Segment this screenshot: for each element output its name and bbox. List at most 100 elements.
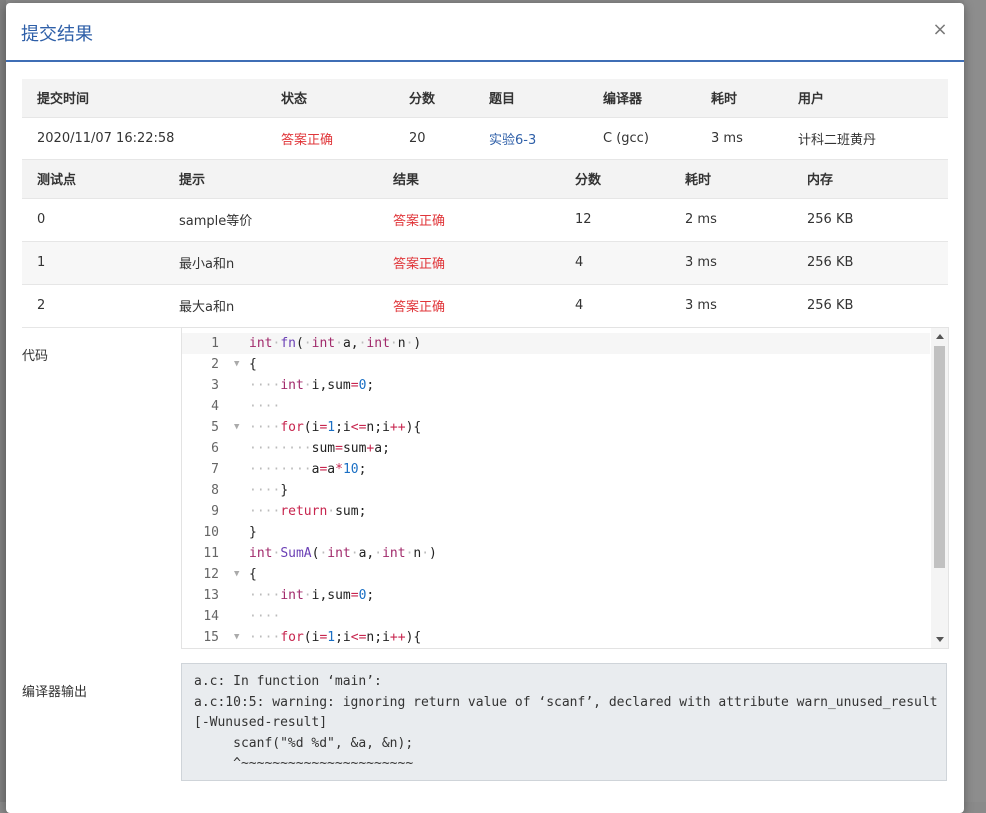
fold-toggle-icon[interactable]: ▼: [234, 627, 239, 648]
code-line: 13 ····int·i,sum=0;: [182, 585, 930, 606]
header-status: 状态: [266, 79, 394, 117]
status-badge: 答案正确: [266, 117, 394, 159]
line-number: 7: [211, 462, 219, 477]
testcase-points: 12: [560, 198, 670, 241]
testcase-memory: 256 KB: [792, 284, 948, 327]
code-text: ····}: [249, 483, 289, 498]
code-line: 8 ····}: [182, 480, 930, 501]
testcase-points: 4: [560, 284, 670, 327]
testcase-hint: sample等价: [164, 198, 378, 241]
code-line: 1 int·fn(·int·a,·int·n·): [182, 333, 930, 354]
fold-toggle-icon[interactable]: ▼: [234, 354, 239, 375]
testcase-header-row: 测试点 提示 结果 分数 耗时 内存: [22, 160, 948, 198]
testcase-elapsed: 3 ms: [670, 241, 792, 284]
close-button[interactable]: ×: [930, 19, 950, 41]
testcase-result: 答案正确: [378, 284, 560, 327]
modal-title: 提交结果: [21, 24, 93, 45]
code-line: 3 ····int·i,sum=0;: [182, 375, 930, 396]
testcase-id: 2: [22, 284, 164, 327]
line-number: 15: [203, 630, 219, 645]
code-line: 9 ····return·sum;: [182, 501, 930, 522]
header-user: 用户: [783, 79, 948, 117]
testcase-elapsed: 2 ms: [670, 198, 792, 241]
header-hint: 提示: [164, 160, 378, 198]
submission-result-modal: 提交结果 × 提交时间 状态 分数 题目 编译器 耗时 用户 2020/11/0…: [6, 3, 964, 813]
compiler-output-label: 编译器输出: [22, 685, 88, 700]
code-line: 2 ▼ {: [182, 354, 930, 375]
header-elapsed: 耗时: [670, 160, 792, 198]
code-editor[interactable]: 1 int·fn(·int·a,·int·n·) 2 ▼ { 3 ····int·i,s…: [181, 327, 949, 649]
code-label: 代码: [22, 349, 49, 364]
code-text: }: [249, 525, 257, 540]
header-memory: 内存: [792, 160, 948, 198]
testcase-hint: 最大a和n: [164, 284, 378, 327]
problem-link[interactable]: 实验6-3: [474, 117, 588, 159]
line-number: 12: [203, 567, 219, 582]
line-number: 5: [211, 420, 219, 435]
testcase-id: 1: [22, 241, 164, 284]
testcase-table: 测试点 提示 结果 分数 耗时 内存 0 sample等价 答案正确 12 2 …: [22, 160, 948, 328]
line-number: 2: [211, 357, 219, 372]
line-number: 4: [211, 399, 219, 414]
code-line: 5 ▼ ····for(i=1;i<=n;i++){: [182, 417, 930, 438]
time-value: 3 ms: [696, 117, 783, 159]
testcase-id: 0: [22, 198, 164, 241]
fold-toggle-icon[interactable]: ▼: [234, 417, 239, 438]
line-number: 3: [211, 378, 219, 393]
code-text: int·SumA(·int·a,·int·n·): [249, 546, 437, 561]
code-text: ····return·sum;: [249, 504, 367, 519]
code-text: {: [249, 357, 257, 372]
testcase-hint: 最小a和n: [164, 241, 378, 284]
scroll-down-icon[interactable]: [936, 637, 944, 642]
code-line: 14 ····: [182, 606, 930, 627]
line-number: 11: [203, 546, 219, 561]
line-number: 10: [203, 525, 219, 540]
testcase-result: 答案正确: [378, 198, 560, 241]
scrollbar-thumb[interactable]: [934, 346, 945, 568]
submit-time: 2020/11/07 16:22:58: [22, 117, 266, 159]
header-testcase: 测试点: [22, 160, 164, 198]
testcase-elapsed: 3 ms: [670, 284, 792, 327]
code-line: 10}: [182, 522, 930, 543]
testcase-points: 4: [560, 241, 670, 284]
code-text: ····: [249, 399, 281, 414]
summary-header-row: 提交时间 状态 分数 题目 编译器 耗时 用户: [22, 79, 948, 117]
header-score: 分数: [394, 79, 474, 117]
table-row: 2 最大a和n 答案正确 4 3 ms 256 KB: [22, 284, 948, 327]
code-line: 15 ▼ ····for(i=1;i<=n;i++){: [182, 627, 930, 648]
code-text: ····int·i,sum=0;: [249, 378, 375, 393]
line-number: 6: [211, 441, 219, 456]
summary-table: 提交时间 状态 分数 题目 编译器 耗时 用户 2020/11/07 16:22…: [22, 79, 948, 160]
code-text: {: [249, 567, 257, 582]
line-number: 9: [211, 504, 219, 519]
code-text: ····: [249, 609, 281, 624]
code-line: 11 int·SumA(·int·a,·int·n·): [182, 543, 930, 564]
scroll-up-icon[interactable]: [936, 334, 944, 339]
code-text: ····for(i=1;i<=n;i++){: [249, 630, 422, 645]
testcase-memory: 256 KB: [792, 241, 948, 284]
user-value: 计科二班黄丹: [783, 117, 948, 159]
code-text: ········a=a*10;: [249, 462, 367, 477]
summary-row: 2020/11/07 16:22:58 答案正确 20 实验6-3 C (gcc…: [22, 117, 948, 159]
header-result: 结果: [378, 160, 560, 198]
line-number: 14: [203, 609, 219, 624]
code-text: ····int·i,sum=0;: [249, 588, 375, 603]
table-row: 0 sample等价 答案正确 12 2 ms 256 KB: [22, 198, 948, 241]
code-text: int·fn(·int·a,·int·n·): [249, 336, 422, 351]
code-scrollbar[interactable]: [931, 328, 948, 648]
modal-header: 提交结果 ×: [6, 3, 964, 62]
compiler-output-textarea[interactable]: a.c: In function ‘main’: a.c:10:5: warni…: [181, 663, 947, 781]
testcase-memory: 256 KB: [792, 198, 948, 241]
code-line: 12 ▼ {: [182, 564, 930, 585]
line-number: 8: [211, 483, 219, 498]
code-line: 6 ········sum=sum+a;: [182, 438, 930, 459]
fold-toggle-icon[interactable]: ▼: [234, 564, 239, 585]
code-line: 4 ····: [182, 396, 930, 417]
backdrop-right: [964, 0, 986, 802]
table-row: 1 最小a和n 答案正确 4 3 ms 256 KB: [22, 241, 948, 284]
score-value: 20: [394, 117, 474, 159]
code-line: 7 ········a=a*10;: [182, 459, 930, 480]
testcase-result: 答案正确: [378, 241, 560, 284]
code-text: ····for(i=1;i<=n;i++){: [249, 420, 422, 435]
code-text: ········sum=sum+a;: [249, 441, 390, 456]
